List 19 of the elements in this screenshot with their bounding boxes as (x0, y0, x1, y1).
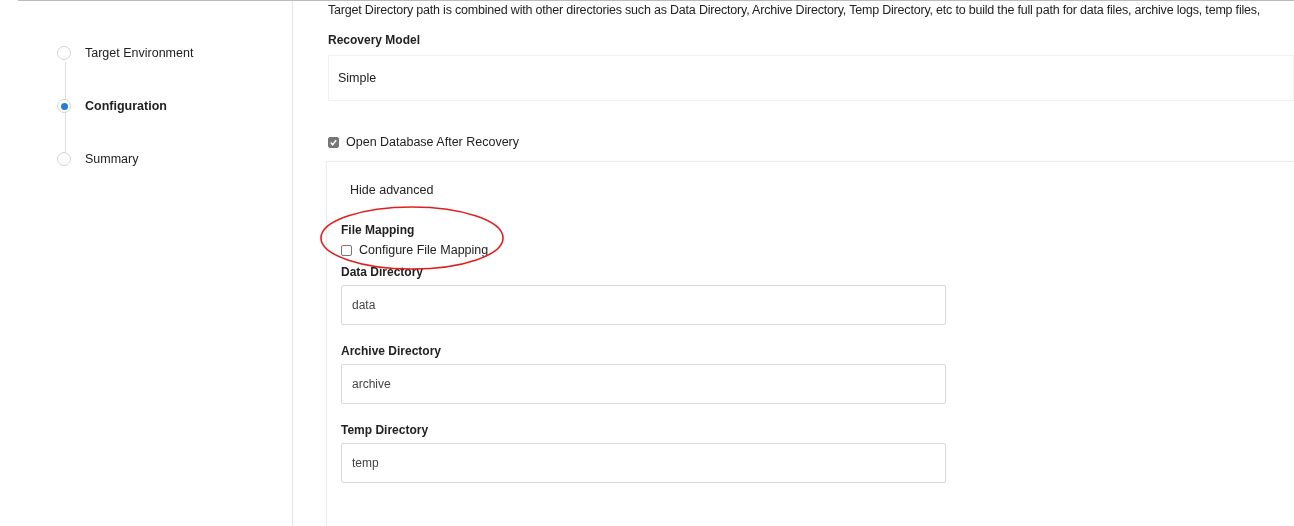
hide-advanced-link[interactable]: Hide advanced (350, 183, 434, 197)
field-label: Data Directory (341, 265, 425, 279)
field-label: File Mapping (341, 223, 416, 237)
checkbox[interactable] (341, 244, 352, 256)
checkbox-label: Open Database After Recovery (346, 135, 519, 149)
input-field[interactable]: data (341, 285, 946, 325)
input-field[interactable]: temp (341, 443, 946, 483)
field-label: Recovery Model (328, 33, 422, 47)
field-label: Temp Directory (341, 423, 430, 437)
checkbox-label: Configure File Mapping (359, 243, 489, 257)
step-item[interactable]: Configuration (57, 97, 292, 115)
step-item[interactable]: Summary (57, 150, 292, 168)
checkbox[interactable] (328, 136, 339, 148)
description-text: Target Directory path is combined with other directories such as Data Directory, Archive Directory, Temp Directory, etc to build the full path for data files, archive logs, temp files, (328, 3, 1262, 17)
field-label: Archive Directory (341, 344, 443, 358)
recovery-model-select[interactable]: Simple (328, 55, 1294, 101)
step-item[interactable]: Target Environment (57, 44, 292, 62)
input-field[interactable]: archive (341, 364, 946, 404)
step-indicator-icon (57, 46, 71, 60)
